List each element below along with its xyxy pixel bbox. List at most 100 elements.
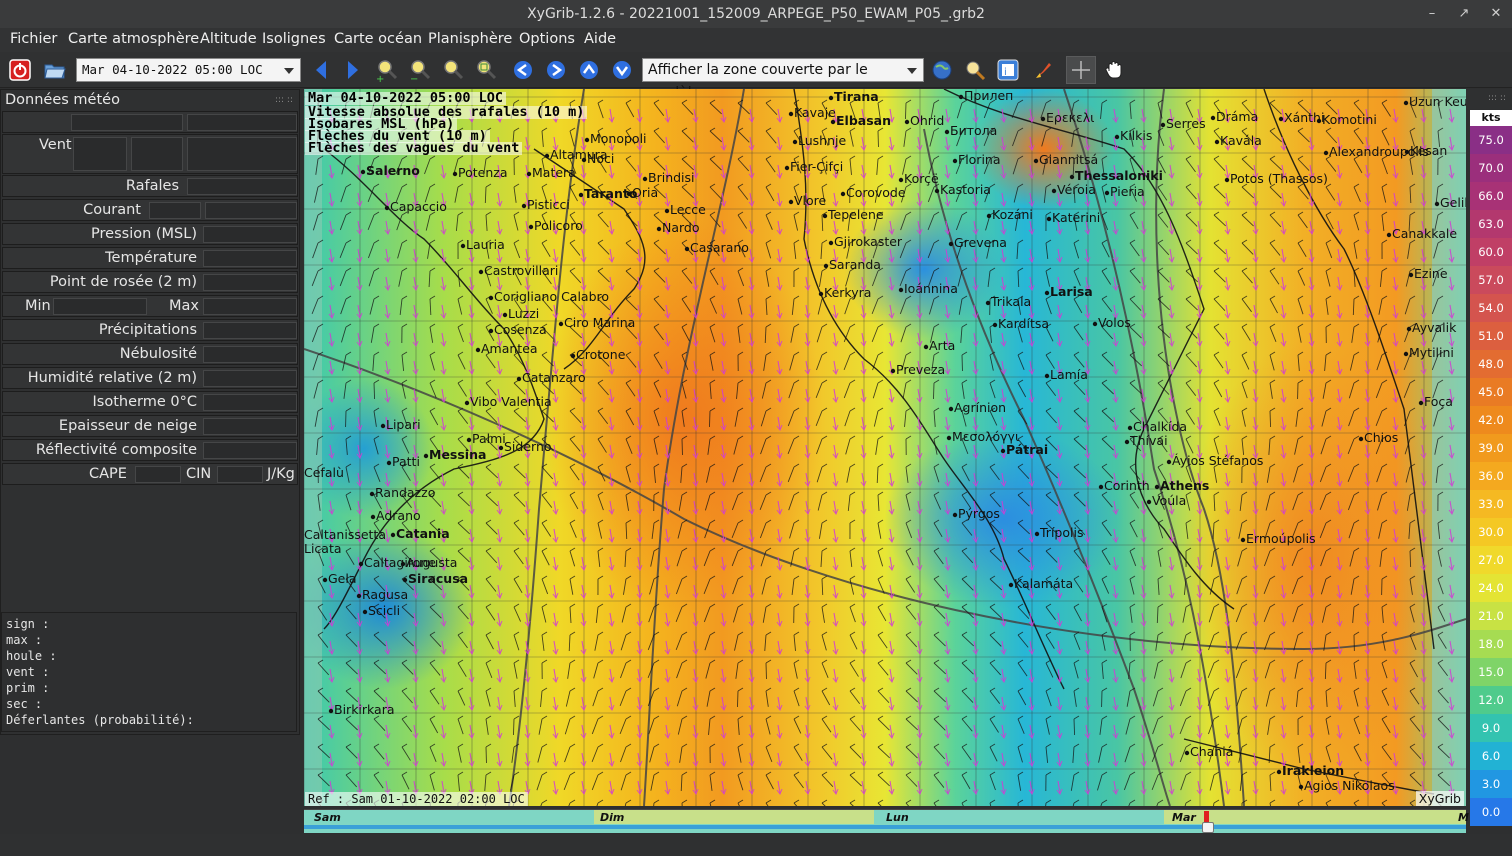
city-label: Brindisi: [648, 170, 695, 185]
wind-barb-tick: [905, 127, 912, 132]
pan-up-icon[interactable]: [576, 57, 602, 83]
wind-barb: [1185, 158, 1196, 173]
wind-barb-tick: [933, 127, 940, 132]
wind-barb: [429, 774, 435, 791]
close-icon[interactable]: ✕: [1484, 0, 1508, 28]
wind-barb-tick: [1185, 155, 1192, 160]
wind-barb-tick: [1297, 99, 1304, 104]
wind-barb: [1185, 438, 1194, 454]
wind-barb-tick: [1213, 267, 1220, 272]
wind-barb: [1101, 270, 1112, 285]
location-search-icon[interactable]: [962, 57, 988, 83]
wind-barb-tick: [737, 715, 744, 720]
hand-pan-icon[interactable]: [1101, 57, 1127, 83]
date-select[interactable]: Mar 04-10-2022 05:00 LOC: [76, 58, 301, 82]
crosshair-icon[interactable]: [1066, 56, 1096, 84]
wind-barb: [1101, 578, 1110, 594]
pan-down-icon[interactable]: [609, 57, 635, 83]
wind-barb-tick: [429, 687, 436, 692]
legend-cell: 21.0: [1470, 602, 1512, 630]
city-label: Fier-Çifçi: [790, 159, 844, 174]
wind-barb: [1409, 690, 1420, 705]
zoom-out-icon[interactable]: −: [407, 57, 433, 83]
menu-item[interactable]: Aide: [584, 28, 616, 52]
wind-barb-tick: [1325, 687, 1332, 692]
zoom-selection-icon[interactable]: [440, 57, 466, 83]
wind-barb: [1269, 186, 1282, 199]
zoom-in-icon[interactable]: +: [374, 57, 400, 83]
wind-barb-tick: [345, 239, 352, 244]
city-dot: [362, 609, 368, 615]
zoom-fit-icon[interactable]: [473, 57, 499, 83]
panel-grip-icon[interactable]: ::: ::: [1488, 93, 1506, 103]
wind-barb: [345, 634, 358, 647]
wind-barb-tick: [905, 463, 912, 468]
wind-barb-tick: [821, 491, 828, 496]
wind-barb-tick: [933, 155, 940, 160]
power-icon[interactable]: [7, 57, 33, 83]
wind-barb-tick: [1157, 379, 1164, 384]
wind-barb: [765, 774, 774, 790]
wind-barb: [569, 242, 581, 256]
city-label: Casarano: [690, 240, 749, 255]
wind-barb: [1324, 662, 1327, 680]
menu-item[interactable]: Isolignes: [262, 28, 326, 52]
maximize-icon[interactable]: ↗: [1452, 0, 1476, 28]
wind-barb: [1017, 802, 1019, 806]
menu-item[interactable]: Altitude: [200, 28, 257, 52]
wind-barb-tick: [653, 771, 660, 776]
city-label: Matera: [532, 165, 576, 180]
wind-barb-tick: [765, 547, 772, 552]
wind-barb-tick: [653, 155, 660, 160]
city-dot: [904, 119, 910, 125]
wind-barb-tick: [541, 239, 548, 244]
wind-barb: [569, 270, 582, 284]
open-file-icon[interactable]: [42, 57, 68, 83]
meteo-table-icon[interactable]: i: [995, 57, 1021, 83]
wind-barb-tick: [1101, 295, 1108, 300]
timeline-segment: [594, 810, 874, 824]
wind-barb: [1405, 466, 1411, 483]
wind-barb: [905, 102, 907, 120]
city-label: Komotini: [1322, 112, 1377, 127]
pan-left-icon[interactable]: [510, 57, 536, 83]
wind-barb: [1017, 774, 1022, 791]
wind-barb: [1101, 354, 1114, 367]
globe-icon[interactable]: [929, 57, 955, 83]
panel-grip-icon[interactable]: ::: ::: [275, 95, 293, 105]
wind-barb-tick: [709, 491, 716, 496]
wind-barb-tick: [905, 351, 912, 356]
wind-barb: [401, 466, 411, 481]
wind-barb: [485, 634, 494, 650]
wind-barb-tick: [1409, 183, 1416, 188]
wind-barb-tick: [1213, 379, 1220, 384]
wind-barb-tick: [1045, 743, 1052, 748]
time-slider[interactable]: Sam Dim Lun Mar M: [304, 809, 1469, 833]
city-label: Vibo Valentia: [470, 394, 552, 409]
wind-barb: [1157, 242, 1170, 256]
value-box: [203, 298, 297, 315]
rocket-icon[interactable]: [1031, 57, 1057, 83]
zone-select[interactable]: Afficher la zone couverte par le modèle: [642, 58, 924, 101]
wind-barb: [1126, 690, 1131, 707]
menu-item[interactable]: Carte atmosphère: [68, 28, 199, 52]
menu-item[interactable]: Fichier: [10, 28, 57, 52]
wind-barb-tick: [849, 743, 856, 748]
city-dot: [1276, 769, 1282, 775]
menu-item[interactable]: Options: [519, 28, 575, 52]
wind-barb: [905, 634, 918, 648]
minimize-icon[interactable]: –: [1420, 0, 1444, 28]
wind-barb-tick: [793, 603, 800, 608]
menu-item[interactable]: Planisphère: [428, 28, 512, 52]
wind-barb-tick: [569, 491, 576, 496]
next-step-icon[interactable]: [340, 57, 366, 83]
wind-barb: [1182, 606, 1187, 623]
wind-barb-tick: [849, 407, 856, 412]
city-label: Lecce: [670, 202, 706, 217]
weather-map[interactable]: Mar 04-10-2022 05:00 LOC Vitesse absolue…: [304, 89, 1466, 806]
pan-right-icon[interactable]: [543, 57, 569, 83]
menu-item[interactable]: Carte océan: [334, 28, 422, 52]
wind-barb-tick: [1241, 323, 1248, 328]
previous-step-icon[interactable]: [308, 57, 334, 83]
timeline-handle[interactable]: [1202, 822, 1214, 833]
